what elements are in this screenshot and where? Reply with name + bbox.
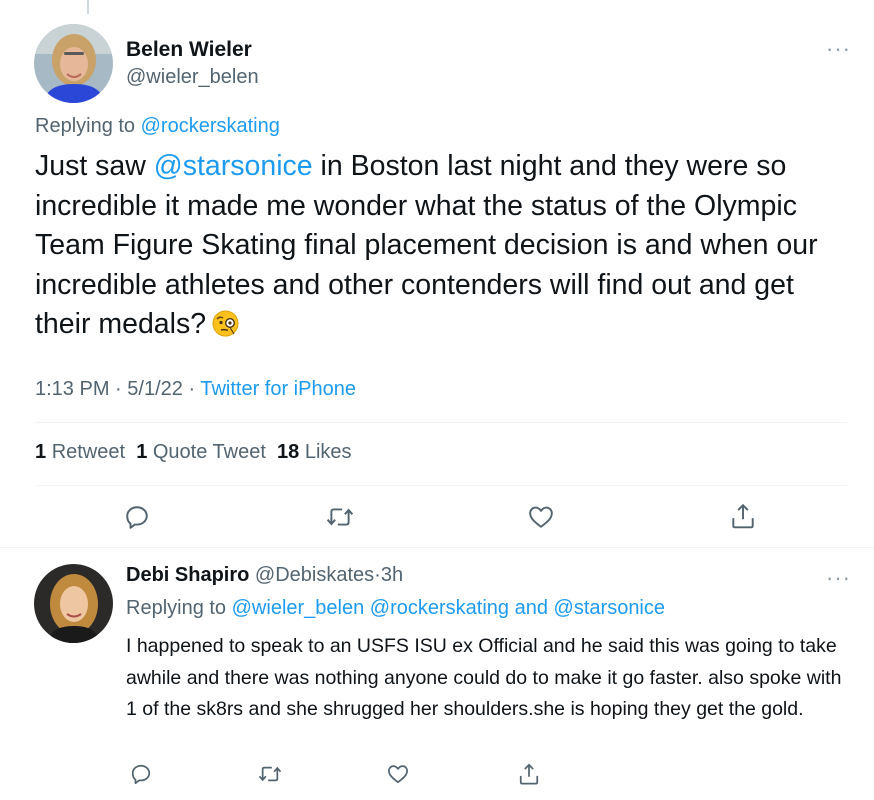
reply-tweet-text: I happened to speak to an USFS ISU ex Of…	[126, 635, 842, 720]
divider	[0, 547, 874, 548]
author-name[interactable]: Debi Shapiro	[126, 564, 249, 586]
reply-icon[interactable]	[124, 504, 150, 530]
tweet-time[interactable]: 1:13 PM	[35, 378, 109, 400]
replying-to-prefix: Replying to	[35, 115, 136, 137]
tweet-metadata: 1:13 PM · 5/1/22 · Twitter for iPhone	[35, 378, 356, 401]
quotes-label: Quote Tweet	[152, 441, 266, 463]
tweet-text: Just saw @starsonice in Boston last nigh…	[35, 147, 855, 345]
more-options-icon[interactable]: ···	[826, 38, 851, 60]
author-handle[interactable]: @wieler_belen	[126, 66, 259, 89]
replying-to-mention[interactable]: @rockerskating	[370, 597, 509, 619]
meta-separator: ·	[188, 378, 196, 400]
tweet-stats: 1 Retweet 1 Quote Tweet 18 Likes	[35, 441, 352, 464]
tweet-text-start: Just saw	[35, 150, 146, 182]
share-icon[interactable]	[518, 762, 540, 786]
tweet-age[interactable]: 3h	[381, 564, 403, 586]
divider	[35, 422, 847, 423]
replying-to-and: and	[514, 597, 548, 619]
like-icon[interactable]	[387, 764, 409, 784]
thread-connector-line	[87, 0, 89, 14]
more-options-icon[interactable]: ···	[826, 567, 851, 589]
meta-separator: ·	[374, 564, 381, 586]
avatar[interactable]	[34, 564, 113, 643]
retweets-stat[interactable]: 1 Retweet	[35, 441, 125, 463]
retweet-icon[interactable]	[326, 504, 354, 530]
likes-label: Likes	[304, 441, 352, 463]
reply-author-line: Debi Shapiro @Debiskates·3h	[126, 564, 403, 587]
retweets-count: 1	[35, 441, 47, 463]
replying-to-mention[interactable]: @starsonice	[554, 597, 665, 619]
avatar[interactable]	[34, 24, 113, 103]
like-icon[interactable]	[528, 505, 554, 529]
tweet-text-rest: in Boston last night and they were so in…	[35, 150, 818, 340]
retweet-icon[interactable]	[258, 763, 282, 785]
quotes-stat[interactable]: 1 Quote Tweet	[136, 441, 266, 463]
author-handle[interactable]: @Debiskates	[255, 564, 374, 586]
replying-to-mention[interactable]: @wieler_belen	[232, 597, 365, 619]
share-icon[interactable]	[730, 502, 756, 530]
monocle-face-icon	[212, 310, 239, 337]
tweet-date[interactable]: 5/1/22	[127, 378, 183, 400]
likes-stat[interactable]: 18 Likes	[277, 441, 352, 463]
retweets-label: Retweet	[51, 441, 126, 463]
meta-separator: ·	[115, 378, 122, 400]
replying-to-mention[interactable]: @rockerskating	[141, 115, 280, 137]
replying-to-line: Replying to @rockerskating	[35, 115, 280, 138]
replying-to-prefix: Replying to	[126, 597, 227, 619]
author-name[interactable]: Belen Wieler	[126, 38, 252, 62]
likes-count: 18	[277, 441, 300, 463]
divider	[35, 485, 847, 486]
tweet-source[interactable]: Twitter for iPhone	[200, 378, 356, 400]
reply-icon[interactable]	[130, 763, 152, 785]
tweet-mention[interactable]: @starsonice	[154, 150, 313, 182]
replying-to-line: Replying to @wieler_belen @rockerskating…	[126, 597, 665, 620]
quotes-count: 1	[136, 441, 148, 463]
